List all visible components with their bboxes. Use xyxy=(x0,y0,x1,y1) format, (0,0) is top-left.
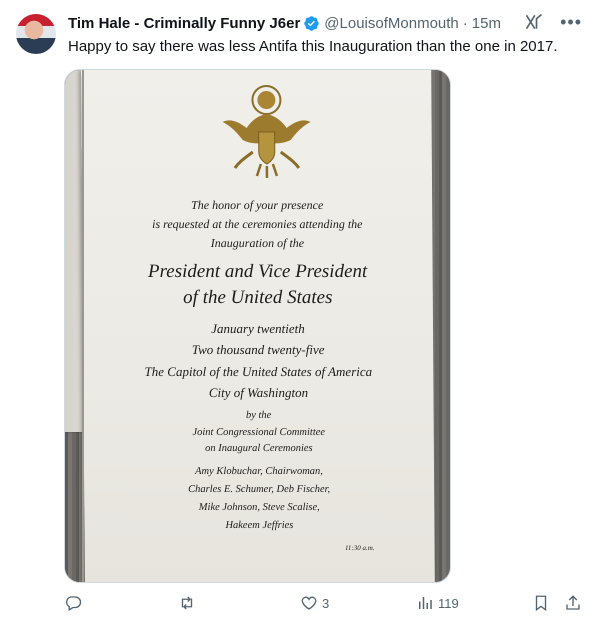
author-handle[interactable]: @LouisofMonmouth xyxy=(324,15,458,32)
more-icon[interactable]: ••• xyxy=(560,13,582,31)
invite-member-2: Charles E. Schumer, Deb Fischer, xyxy=(188,484,331,495)
invitation-card: The honor of your presence is requested … xyxy=(81,70,435,582)
grok-icon[interactable] xyxy=(524,12,544,32)
like-button[interactable]: 3 xyxy=(300,594,329,612)
invite-title-1: President and Vice President xyxy=(147,261,368,282)
invite-member-1: Amy Klobuchar, Chairwoman, xyxy=(195,466,323,477)
views-count: 119 xyxy=(438,595,459,611)
share-icon xyxy=(566,595,580,610)
tweet-text: Happy to say there was less Antifa this … xyxy=(68,38,558,55)
views-button[interactable]: 119 xyxy=(416,594,459,612)
tweet-header: Tim Hale - Criminally Funny J6er @Louiso… xyxy=(68,12,501,34)
invite-line-3: Inauguration of the xyxy=(210,236,305,250)
card-edge-shadow xyxy=(82,70,84,582)
reply-button[interactable] xyxy=(64,594,86,612)
share-button[interactable] xyxy=(564,594,582,612)
invite-place-1: The Capitol of the United States of Amer… xyxy=(144,364,373,379)
views-icon xyxy=(419,597,432,609)
invite-member-3: Mike Johnson, Steve Scalise, xyxy=(198,502,320,513)
bookmark-button[interactable] xyxy=(532,594,550,612)
retweet-icon xyxy=(181,596,193,610)
invite-title-2: of the United States xyxy=(183,287,333,308)
invite-line-1: The honor of your presence xyxy=(190,198,324,212)
invite-committee-2: on Inaugural Ceremonies xyxy=(205,443,313,454)
invite-member-4: Hakeem Jeffries xyxy=(225,520,294,531)
eagle-seal-icon xyxy=(222,85,311,178)
invite-line-2: is requested at the ceremonies attending… xyxy=(152,217,363,231)
avatar[interactable] xyxy=(16,14,56,54)
retweet-button[interactable] xyxy=(178,594,200,612)
invite-committee-1: Joint Congressional Committee xyxy=(192,427,326,438)
invite-time: 11:30 a.m. xyxy=(344,544,375,552)
like-count: 3 xyxy=(322,595,330,611)
bookmark-icon xyxy=(535,595,547,612)
timestamp[interactable]: 15m xyxy=(472,15,501,32)
tweet-actions: 3 119 xyxy=(64,594,582,616)
like-icon xyxy=(301,596,317,610)
invite-date-1: January twentieth xyxy=(211,321,305,336)
tweet[interactable]: Tim Hale - Criminally Funny J6er @Louiso… xyxy=(0,0,596,628)
tweet-top-actions: ••• xyxy=(524,12,582,32)
verified-badge-icon xyxy=(304,15,320,31)
reply-icon xyxy=(66,596,82,611)
invite-place-2: City of Washington xyxy=(208,385,309,400)
invite-date-2: Two thousand twenty-five xyxy=(191,342,325,357)
separator-dot: · xyxy=(462,14,468,32)
tweet-photo[interactable]: The honor of your presence is requested … xyxy=(64,69,451,583)
author-name[interactable]: Tim Hale - Criminally Funny J6er xyxy=(68,15,300,32)
invite-by: by the xyxy=(245,410,272,421)
